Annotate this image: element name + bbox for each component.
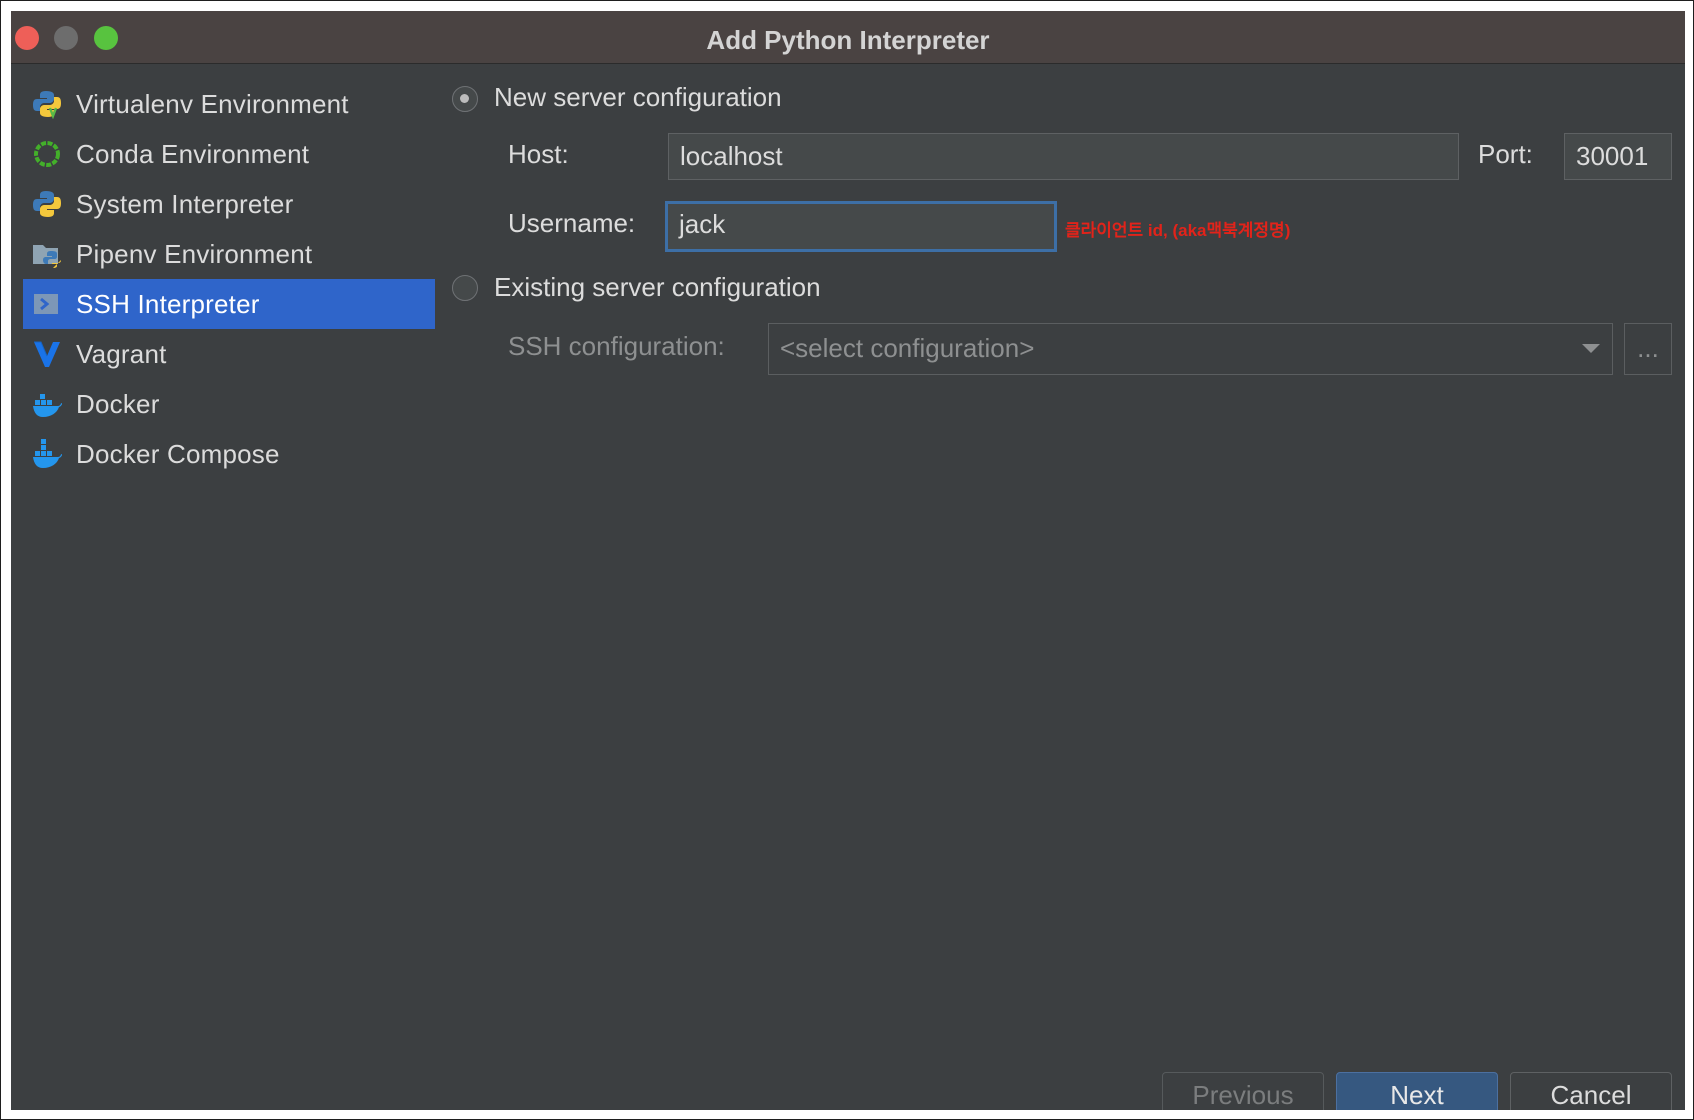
sidebar-item-system[interactable]: System Interpreter (23, 179, 435, 229)
sidebar-item-label: System Interpreter (76, 189, 294, 219)
screenshot-frame: Add Python Interpreter Virtualenv Enviro… (0, 0, 1694, 1120)
docker-icon (33, 394, 62, 417)
sidebar-item-virtualenv[interactable]: Virtualenv Environment (23, 79, 435, 129)
chevron-down-icon (1582, 344, 1600, 353)
conda-icon (34, 141, 60, 167)
ssh-icon (34, 294, 58, 314)
sidebar-item-vagrant[interactable]: Vagrant (23, 329, 435, 379)
sidebar-item-label: Pipenv Environment (76, 239, 313, 269)
next-button[interactable]: Next (1336, 1072, 1498, 1110)
sidebar-item-ssh[interactable]: SSH Interpreter (23, 279, 435, 329)
vagrant-icon (34, 341, 60, 367)
pipenv-icon (33, 245, 61, 268)
sidebar-item-conda[interactable]: Conda Environment (23, 129, 435, 179)
sidebar-item-label: Vagrant (76, 339, 167, 369)
previous-button[interactable]: Previous (1162, 1072, 1324, 1110)
port-label: Port: (1478, 139, 1533, 169)
sidebar-item-label: Docker (76, 389, 160, 419)
radio-selected-dot (460, 94, 469, 103)
existing-server-radio[interactable] (452, 275, 478, 301)
new-server-label: New server configuration (494, 82, 782, 112)
existing-server-label: Existing server configuration (494, 272, 821, 302)
dialog-window: Add Python Interpreter Virtualenv Enviro… (11, 11, 1685, 1110)
sidebar-item-pipenv[interactable]: Pipenv Environment (23, 229, 435, 279)
ssh-configuration-select[interactable]: <select configuration> (768, 323, 1613, 375)
username-label: Username: (508, 208, 636, 238)
new-server-radio[interactable] (452, 86, 478, 112)
browse-configuration-button[interactable]: ... (1624, 323, 1672, 375)
python-virtualenv-icon (33, 91, 61, 119)
sidebar-item-label: Docker Compose (76, 439, 280, 469)
sidebar-item-label: Virtualenv Environment (76, 89, 349, 119)
ssh-configuration-placeholder: <select configuration> (780, 333, 1035, 363)
cancel-button[interactable]: Cancel (1510, 1072, 1672, 1110)
sidebar-item-docker-compose[interactable]: Docker Compose (23, 429, 435, 479)
sidebar-item-label: SSH Interpreter (76, 289, 260, 319)
host-label: Host: (508, 139, 569, 169)
sidebar-item-label: Conda Environment (76, 139, 310, 169)
host-input[interactable]: localhost (668, 133, 1459, 180)
title-bar: Add Python Interpreter (11, 11, 1685, 64)
port-input[interactable]: 30001 (1564, 133, 1672, 180)
python-icon (33, 191, 61, 217)
username-annotation: 클라이언트 id, (aka맥북계정명) (1065, 221, 1291, 240)
sidebar-item-docker[interactable]: Docker (23, 379, 435, 429)
ssh-configuration-label: SSH configuration: (508, 331, 725, 361)
interpreter-type-list: Virtualenv Environment Conda Environment… (23, 79, 435, 479)
window-title: Add Python Interpreter (706, 25, 990, 55)
docker-compose-icon (33, 439, 62, 468)
username-input[interactable]: jack (665, 201, 1057, 252)
